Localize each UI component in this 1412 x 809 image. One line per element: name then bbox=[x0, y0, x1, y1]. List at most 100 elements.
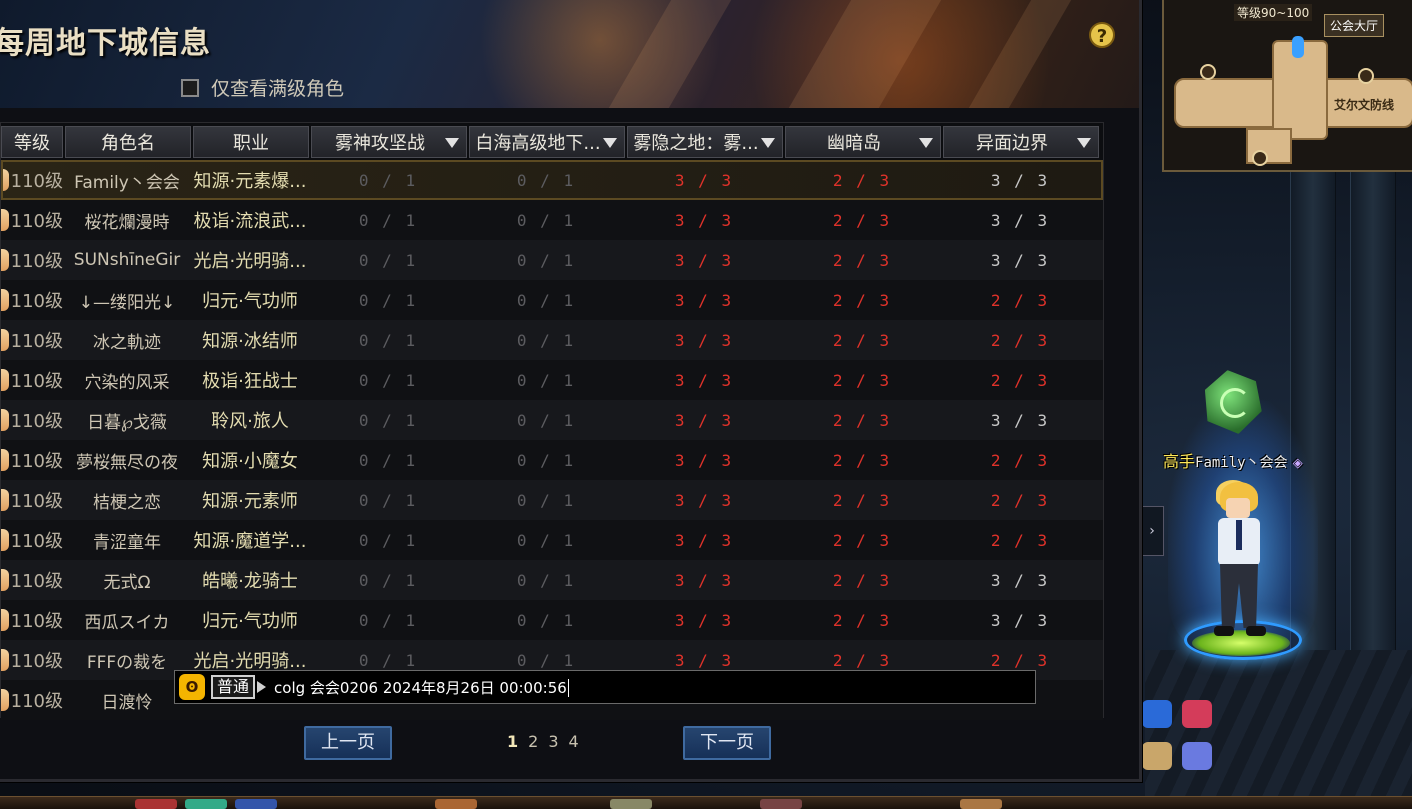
cell-d2: 0 / 1 bbox=[516, 210, 576, 230]
skill-slot[interactable] bbox=[610, 799, 652, 809]
cell-d4: 2 / 3 bbox=[832, 570, 892, 590]
table-row[interactable]: 110级 SUNshīneGir 光启·光明骑... 0 / 1 0 / 1 3 / 3 2… bbox=[1, 240, 1103, 280]
player-character[interactable] bbox=[1208, 478, 1272, 648]
page-number[interactable]: 3 bbox=[548, 732, 558, 751]
cell-d2: 0 / 1 bbox=[516, 530, 576, 550]
table-row[interactable]: 110级 日暮℘戈薇 聆风·旅人 0 / 1 0 / 1 3 / 3 2 / 3 3 / 3 bbox=[1, 400, 1103, 440]
cell-d1: 0 / 1 bbox=[358, 570, 418, 590]
header-light-beam bbox=[968, 0, 1072, 108]
level-text: 110级 bbox=[10, 651, 63, 672]
cell-level: 110级 bbox=[1, 520, 63, 560]
quick-icons bbox=[1142, 690, 1222, 780]
level-text: 110级 bbox=[10, 211, 63, 232]
table-row[interactable]: 110级 桜花爛漫時 极诣·流浪武... 0 / 1 0 / 1 3 / 3 2 / 3 3 … bbox=[1, 200, 1103, 240]
cell-d1: 0 / 1 bbox=[358, 290, 418, 310]
chat-input-bar[interactable]: ʘ 普通 colg 会会0206 2024年8月26日 00:00:56 bbox=[174, 670, 1036, 704]
npc-marker-icon[interactable] bbox=[1252, 150, 1268, 166]
cell-job: 知源·小魔女 bbox=[202, 451, 298, 472]
character-avatar-icon bbox=[1, 569, 9, 591]
cell-level: 110级 bbox=[1, 440, 63, 480]
chat-channel-selector[interactable]: 普通 bbox=[211, 675, 256, 699]
chat-input[interactable]: colg 会会0206 2024年8月26日 00:00:56 bbox=[274, 677, 569, 698]
cell-d1: 0 / 1 bbox=[358, 410, 418, 430]
window-title: 每周地下城信息 bbox=[0, 26, 211, 61]
cell-d5: 3 / 3 bbox=[990, 250, 1050, 270]
max-level-filter[interactable]: 仅查看满级角色 bbox=[181, 74, 344, 101]
cell-name: 冰之軌迹 bbox=[93, 332, 161, 353]
col-dungeon-3[interactable]: 雾隐之地：雾... bbox=[627, 126, 783, 158]
help-icon[interactable]: ? bbox=[1089, 22, 1115, 48]
minimap[interactable]: 等级90~100 公会大厅 艾尔文防线 bbox=[1162, 0, 1412, 172]
cell-d5: 3 / 3 bbox=[990, 610, 1050, 630]
boat-icon[interactable] bbox=[1142, 700, 1172, 728]
table-body: 110级 Family丶会会 知源·元素爆... 0 / 1 0 / 1 3 / 3 2 /… bbox=[1, 160, 1103, 720]
skill-slot[interactable] bbox=[435, 799, 477, 809]
cell-d1: 0 / 1 bbox=[358, 490, 418, 510]
table-row[interactable]: 110级 ↓—缕阳光↓ 归元·气功师 0 / 1 0 / 1 3 / 3 2 / 3 2 / … bbox=[1, 280, 1103, 320]
level-text: 110级 bbox=[10, 451, 63, 472]
npc-marker-icon[interactable] bbox=[1358, 68, 1374, 84]
col-dungeon-4[interactable]: 幽暗岛 bbox=[785, 126, 941, 158]
table-row[interactable]: 110级 西瓜スイカ 归元·气功师 0 / 1 0 / 1 3 / 3 2 / 3 3 / 3 bbox=[1, 600, 1103, 640]
dungeon-table: 等级 角色名 职业 雾神攻坚战 白海高级地下... 雾隐之地：雾... 幽暗岛 … bbox=[0, 122, 1104, 720]
cell-name: 夢桜無尽の夜 bbox=[76, 452, 178, 473]
character-avatar-icon bbox=[1, 649, 9, 671]
pagination: 上一页 1234 下一页 bbox=[0, 718, 1104, 778]
cell-d5: 2 / 3 bbox=[990, 370, 1050, 390]
guild-hall-button[interactable]: 公会大厅 bbox=[1324, 14, 1385, 37]
crystal-swirl-icon bbox=[1220, 388, 1250, 418]
level-text: 110级 bbox=[10, 691, 63, 712]
skill-slot[interactable] bbox=[185, 799, 227, 809]
pet-icon[interactable] bbox=[1182, 700, 1212, 728]
page-number[interactable]: 2 bbox=[528, 732, 538, 751]
prev-page-button[interactable]: 上一页 bbox=[304, 726, 392, 760]
side-expand-button[interactable]: › bbox=[1140, 506, 1164, 556]
character-avatar-icon bbox=[1, 249, 9, 271]
emoji-icon[interactable]: ʘ bbox=[179, 674, 205, 700]
cell-d3: 3 / 3 bbox=[674, 210, 734, 230]
table-row[interactable]: 110级 Family丶会会 知源·元素爆... 0 / 1 0 / 1 3 / 3 2 /… bbox=[1, 160, 1103, 200]
cell-d2: 0 / 1 bbox=[516, 570, 576, 590]
cell-d2: 0 / 1 bbox=[516, 370, 576, 390]
skill-slot[interactable] bbox=[760, 799, 802, 809]
table-row[interactable]: 110级 夢桜無尽の夜 知源·小魔女 0 / 1 0 / 1 3 / 3 2 / 3 2 / … bbox=[1, 440, 1103, 480]
col-dungeon-5[interactable]: 异面边界 bbox=[943, 126, 1099, 158]
col-dungeon-2[interactable]: 白海高级地下... bbox=[469, 126, 625, 158]
cell-d5: 3 / 3 bbox=[990, 570, 1050, 590]
cell-d4: 2 / 3 bbox=[832, 410, 892, 430]
player-marker-icon bbox=[1292, 36, 1304, 58]
cell-d4: 2 / 3 bbox=[832, 530, 892, 550]
cell-d3: 3 / 3 bbox=[674, 570, 734, 590]
max-level-checkbox[interactable] bbox=[181, 78, 199, 97]
cell-level: 110级 bbox=[1, 640, 63, 680]
col-label: 白海高级地下... bbox=[475, 133, 601, 154]
book-icon[interactable] bbox=[1142, 742, 1172, 770]
page-number[interactable]: 1 bbox=[507, 732, 518, 751]
cell-name: 日暮℘戈薇 bbox=[87, 412, 167, 433]
skill-slot[interactable] bbox=[235, 799, 277, 809]
col-name: 角色名 bbox=[65, 126, 191, 158]
cell-d1: 0 / 1 bbox=[358, 330, 418, 350]
table-row[interactable]: 110级 冰之軌迹 知源·冰结师 0 / 1 0 / 1 3 / 3 2 / 3 2 / 3 bbox=[1, 320, 1103, 360]
next-page-button[interactable]: 下一页 bbox=[683, 726, 771, 760]
col-job: 职业 bbox=[193, 126, 309, 158]
skill-slot[interactable] bbox=[135, 799, 177, 809]
table-row[interactable]: 110级 桔梗之恋 知源·元素师 0 / 1 0 / 1 3 / 3 2 / 3 2 / 3 bbox=[1, 480, 1103, 520]
table-row[interactable]: 110级 无式Ω 皓曦·龙骑士 0 / 1 0 / 1 3 / 3 2 / 3 3 / 3 bbox=[1, 560, 1103, 600]
channel-arrow-icon bbox=[257, 681, 267, 693]
character-avatar-icon bbox=[1, 289, 9, 311]
col-level: 等级 bbox=[1, 126, 63, 158]
col-dungeon-1[interactable]: 雾神攻坚战 bbox=[311, 126, 467, 158]
character-shoe bbox=[1246, 626, 1266, 636]
table-row[interactable]: 110级 穴染的风采 极诣·狂战士 0 / 1 0 / 1 3 / 3 2 / 3 2 / 3 bbox=[1, 360, 1103, 400]
cell-name: 青涩童年 bbox=[93, 532, 161, 553]
table-row[interactable]: 110级 青涩童年 知源·魔道学... 0 / 1 0 / 1 3 / 3 2 / 3 2 /… bbox=[1, 520, 1103, 560]
skill-slot[interactable] bbox=[960, 799, 1002, 809]
cell-name: 穴染的风采 bbox=[84, 372, 170, 393]
npc-marker-icon[interactable] bbox=[1200, 64, 1216, 80]
weekly-dungeon-window: 每周地下城信息 ? 仅查看满级角色 等级 角色名 职业 雾神攻坚战 白海高级地下… bbox=[0, 0, 1142, 782]
character-avatar-icon bbox=[1, 489, 9, 511]
cube-icon[interactable] bbox=[1182, 742, 1212, 770]
cell-d3: 3 / 3 bbox=[674, 170, 734, 190]
page-number[interactable]: 4 bbox=[569, 732, 579, 751]
